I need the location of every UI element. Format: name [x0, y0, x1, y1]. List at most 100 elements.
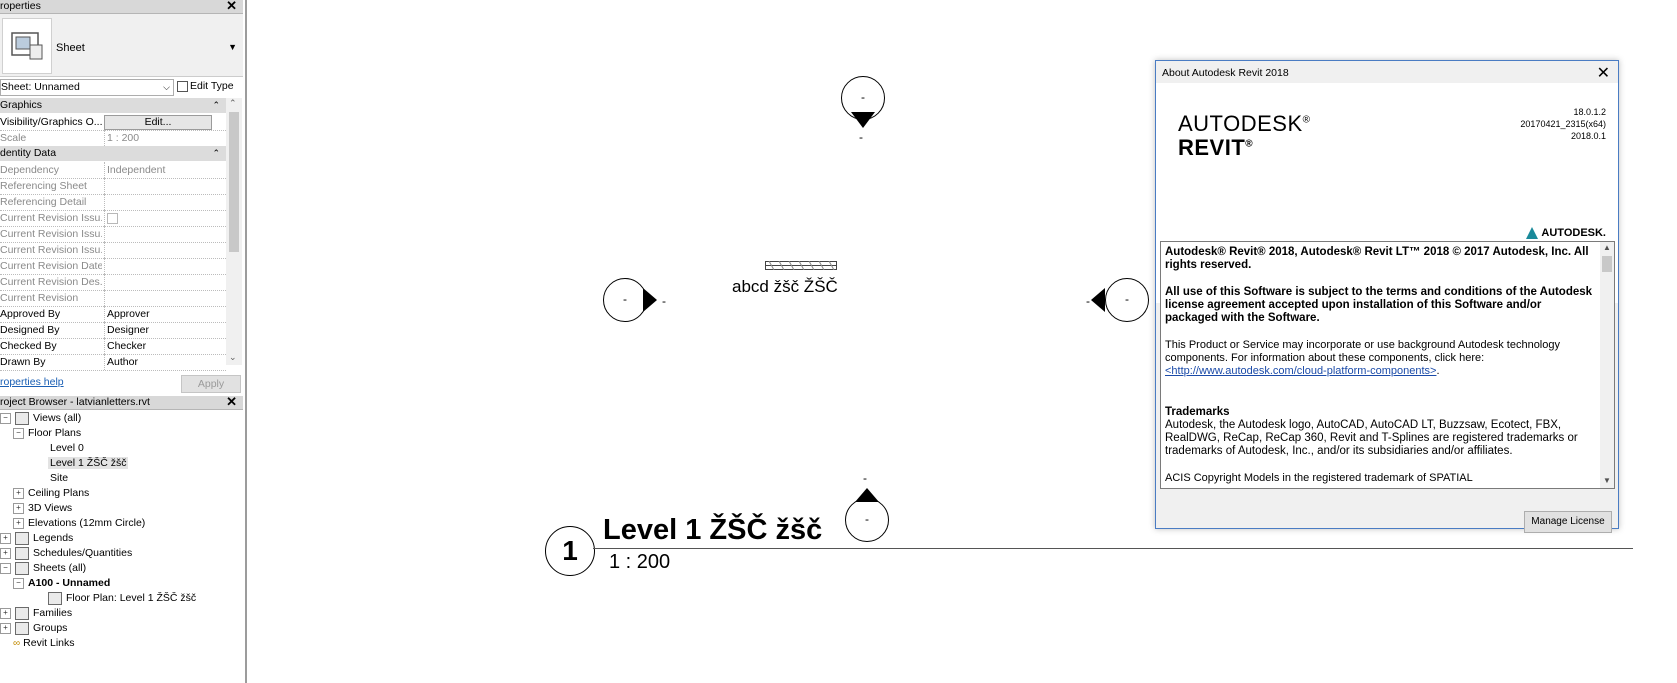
properties-help-link[interactable]: roperties help: [0, 376, 64, 388]
properties-footer: roperties help Apply: [0, 372, 243, 394]
row-value[interactable]: Author: [104, 354, 223, 370]
elevation-marker-east[interactable]: -: [1105, 278, 1149, 322]
visibility-edit-button[interactable]: Edit...: [104, 115, 212, 130]
collapse-icon[interactable]: −: [13, 577, 24, 589]
expand-icon[interactable]: +: [13, 487, 24, 499]
row-dependency: Dependency Independent: [0, 162, 226, 179]
reg-mark: ®: [1302, 114, 1311, 126]
view-title[interactable]: Level 1 ŽŠČ žšč: [603, 514, 822, 547]
brand-text: AUTODESK: [1178, 111, 1303, 136]
apply-button[interactable]: Apply: [181, 375, 241, 393]
close-icon[interactable]: ✕: [1597, 63, 1610, 83]
marker-number: -: [859, 130, 863, 144]
tree-item-legends[interactable]: + Legends: [0, 531, 73, 546]
type-dropdown-icon[interactable]: ▼: [228, 42, 237, 52]
view-number-bubble[interactable]: 1: [545, 526, 595, 576]
expand-icon[interactable]: +: [13, 502, 24, 514]
elevation-marker-south[interactable]: -: [845, 498, 889, 542]
tree-item-ceiling-plans[interactable]: + Ceiling Plans: [13, 486, 89, 501]
row-label: Current Revision: [0, 292, 79, 304]
tree-label: Groups: [33, 622, 68, 634]
expand-icon[interactable]: +: [0, 547, 11, 559]
revision-issued-checkbox[interactable]: [107, 212, 118, 224]
collapse-icon[interactable]: ⌃: [212, 146, 220, 161]
brand-autodesk: AUTODESK®: [1178, 111, 1311, 137]
tree-item-site[interactable]: Site: [50, 471, 68, 486]
license-content: Autodesk® Revit® 2018, Autodesk® Revit L…: [1165, 246, 1595, 488]
instance-selector[interactable]: Sheet: Unnamed ⌵: [0, 79, 174, 96]
tree-item-level-1[interactable]: Level 1 ŽŠČ žšč: [48, 456, 129, 471]
tree-label: Floor Plan: Level 1 ŽŠČ žšč: [66, 592, 197, 604]
expand-icon[interactable]: +: [0, 532, 11, 544]
about-dialog: About Autodesk Revit 2018 ✕ AUTODESK® RE…: [1155, 60, 1619, 533]
tree-label: Revit Links: [23, 637, 75, 649]
license-scrollbar[interactable]: ▲ ▼: [1600, 242, 1614, 488]
edit-type-icon: [177, 80, 188, 92]
tree-label: Site: [50, 472, 69, 484]
tree-item-schedules[interactable]: + Schedules/Quantities: [0, 546, 132, 561]
expand-icon[interactable]: +: [0, 607, 11, 619]
components-link[interactable]: <http://www.autodesk.com/cloud-platform-…: [1165, 365, 1436, 377]
marker-arrow-east: [1091, 288, 1105, 312]
about-dialog-title: About Autodesk Revit 2018: [1162, 67, 1289, 79]
type-selector[interactable]: Sheet ▼: [0, 14, 243, 77]
tree-item-floor-plan-level-1[interactable]: Floor Plan: Level 1 ŽŠČ žšč: [48, 591, 196, 606]
components-text: This Product or Service may incorporate …: [1165, 339, 1560, 364]
autodesk-logo: AUTODESK.: [1526, 227, 1606, 240]
expand-icon[interactable]: +: [0, 622, 11, 634]
row-label: Referencing Sheet: [0, 180, 87, 192]
build-number: 20170421_2315(x64): [1520, 119, 1606, 129]
row-checked-by[interactable]: Checked By Checker: [0, 338, 226, 355]
scroll-thumb[interactable]: [229, 112, 239, 252]
group-identity-data[interactable]: dentity Data ⌃: [0, 146, 226, 161]
scroll-thumb[interactable]: [1602, 256, 1612, 272]
tree-item-a100[interactable]: − A100 - Unnamed: [13, 576, 110, 591]
tree-item-elevations[interactable]: + Elevations (12mm Circle): [13, 516, 145, 531]
tree-item-level-0[interactable]: Level 0: [50, 441, 84, 456]
tree-item-3d-views[interactable]: +3D Views: [13, 501, 72, 516]
tree-item-groups[interactable]: + Groups: [0, 621, 67, 636]
row-value[interactable]: Approver: [104, 306, 223, 322]
edit-type-button[interactable]: Edit Type: [177, 80, 234, 92]
properties-scrollbar[interactable]: ⌃ ⌄: [226, 98, 242, 365]
scroll-up-icon[interactable]: ▲: [1603, 243, 1611, 252]
reg-mark: ®: [1245, 138, 1254, 150]
marker-label: -: [865, 512, 869, 526]
project-browser-title-bar: roject Browser - latvianletters.rvt ✕: [0, 395, 243, 410]
properties-close-icon[interactable]: ✕: [226, 0, 237, 12]
collapse-icon[interactable]: ⌃: [212, 98, 220, 113]
row-designed-by[interactable]: Designed By Designer: [0, 322, 226, 339]
text-note[interactable]: abcd žšč ŽŠČ: [732, 277, 838, 297]
tree-item-revit-links[interactable]: ∞ Revit Links: [13, 636, 75, 651]
license-paragraph: All use of this Software is subject to t…: [1165, 286, 1593, 324]
row-referencing-sheet: Referencing Sheet: [0, 178, 226, 195]
scroll-up-icon[interactable]: ⌃: [229, 98, 237, 109]
logo-text: AUTODESK.: [1541, 227, 1606, 239]
row-current-revision-issued-by: Current Revision Issu...: [0, 226, 226, 243]
manage-license-button[interactable]: Manage License: [1524, 511, 1612, 533]
tree-item-families[interactable]: + Families: [0, 606, 72, 621]
collapse-icon[interactable]: −: [0, 562, 11, 574]
tree-item-views[interactable]: − Views (all): [0, 411, 81, 426]
tree-label: Schedules/Quantities: [33, 547, 133, 559]
row-value: [104, 226, 223, 242]
scroll-down-icon[interactable]: ▼: [1603, 476, 1611, 485]
collapse-icon[interactable]: −: [13, 427, 24, 439]
row-value[interactable]: Checker: [104, 338, 223, 354]
group-graphics[interactable]: Graphics ⌃: [0, 98, 226, 113]
tree-item-sheets[interactable]: − Sheets (all): [0, 561, 86, 576]
row-value: 1 : 200: [104, 130, 223, 146]
row-approved-by[interactable]: Approved By Approver: [0, 306, 226, 323]
truncated-line: ACIS Copyright Models in the registered …: [1165, 472, 1473, 484]
trademarks-heading: Trademarks: [1165, 406, 1230, 418]
license-text-box[interactable]: Autodesk® Revit® 2018, Autodesk® Revit L…: [1160, 241, 1615, 489]
tree-item-floor-plans[interactable]: − Floor Plans: [13, 426, 81, 441]
scroll-down-icon[interactable]: ⌄: [229, 352, 237, 363]
row-value[interactable]: Designer: [104, 322, 223, 338]
collapse-icon[interactable]: −: [0, 412, 11, 424]
expand-icon[interactable]: +: [13, 517, 24, 529]
row-value: [104, 178, 223, 194]
project-browser-close-icon[interactable]: ✕: [226, 395, 237, 408]
instance-row: Sheet: Unnamed ⌵ Edit Type: [0, 78, 243, 96]
row-drawn-by[interactable]: Drawn By Author: [0, 354, 226, 371]
